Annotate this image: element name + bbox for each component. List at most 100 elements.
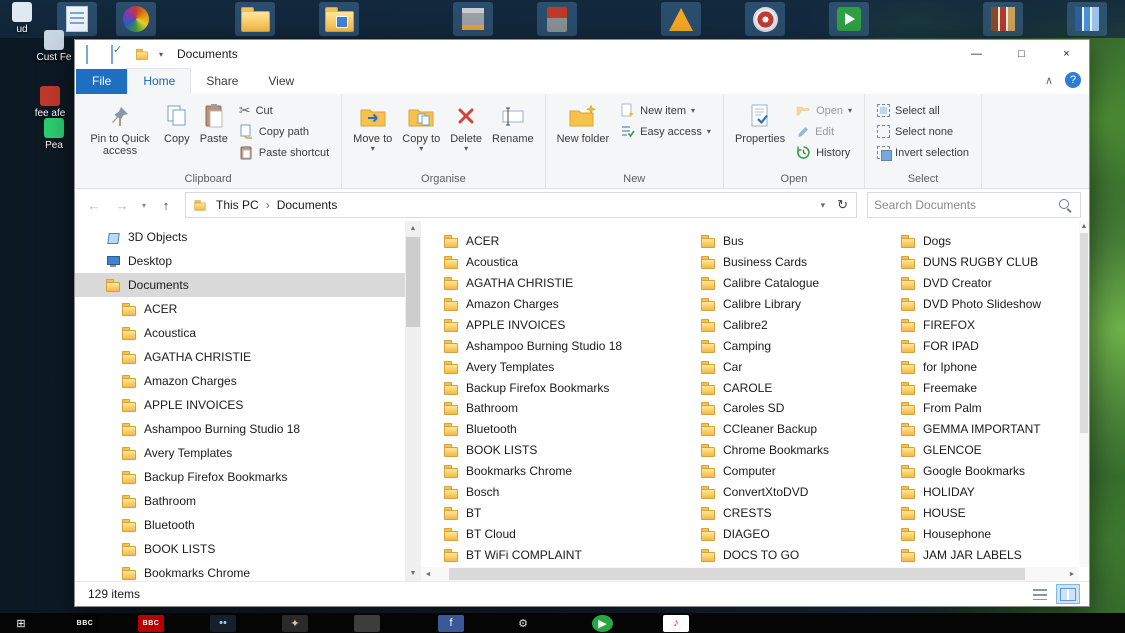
folder-item[interactable]: From Palm: [900, 398, 1068, 419]
folder-item[interactable]: BT WiFi COMPLAINT: [443, 544, 678, 565]
scrollbar-thumb[interactable]: [406, 237, 420, 327]
scroll-up-icon[interactable]: ▲: [1079, 221, 1089, 230]
folder-shortcut-icon[interactable]: [235, 2, 275, 36]
nav-item[interactable]: Acoustica: [75, 321, 421, 345]
nav-item[interactable]: Avery Templates: [75, 441, 421, 465]
up-icon[interactable]: ↑: [153, 193, 179, 217]
properties-check-icon[interactable]: [109, 45, 125, 64]
books-library-icon[interactable]: [983, 2, 1023, 36]
pin-to-quick-access-button[interactable]: Pin to Quick access: [81, 98, 159, 160]
delete-button[interactable]: Delete ▾: [445, 98, 487, 156]
nav-item[interactable]: Backup Firefox Bookmarks: [75, 465, 421, 489]
scrollbar-thumb[interactable]: [1080, 233, 1088, 433]
easy-access-button[interactable]: Easy access ▾: [614, 121, 717, 142]
nav-item[interactable]: Bathroom: [75, 489, 421, 513]
address-dropdown-icon[interactable]: ▾: [813, 200, 834, 211]
folder-item[interactable]: Freemake: [900, 377, 1068, 398]
thumbnails-view-button[interactable]: [1056, 584, 1080, 604]
recent-locations-dropdown-icon[interactable]: ▾: [137, 201, 151, 210]
export-arrow-icon[interactable]: [829, 2, 869, 36]
breadcrumb-item[interactable]: Documents: [275, 198, 340, 212]
invert-selection-button[interactable]: Invert selection: [871, 142, 975, 163]
cut-button[interactable]: ✂ Cut: [233, 100, 335, 121]
folder-item[interactable]: GLENCOE: [900, 440, 1068, 461]
picasa-pinwheel-icon[interactable]: [116, 2, 156, 36]
content-vertical-scrollbar[interactable]: ▲: [1079, 221, 1089, 567]
nav-item[interactable]: Bluetooth: [75, 513, 421, 537]
details-view-button[interactable]: [1029, 585, 1051, 603]
nav-item[interactable]: Bookmarks Chrome: [75, 561, 421, 581]
start-icon[interactable]: ⊞: [8, 615, 34, 632]
dark-app-icon[interactable]: [354, 614, 380, 632]
copy-path-button[interactable]: Copy path: [233, 121, 335, 142]
folder-item[interactable]: Bosch: [443, 482, 678, 503]
scroll-right-icon[interactable]: ►: [1065, 571, 1079, 578]
nav-item[interactable]: Amazon Charges: [75, 369, 421, 393]
folder-item[interactable]: Amazon Charges: [443, 294, 678, 315]
folder-item[interactable]: APPLE INVOICES: [443, 315, 678, 336]
collapse-ribbon-icon[interactable]: ∧: [1045, 74, 1053, 87]
content-horizontal-scrollbar[interactable]: ◄ ►: [421, 567, 1079, 581]
folder-item[interactable]: Bookmarks Chrome: [443, 461, 678, 482]
nav-item[interactable]: AGATHA CHRISTIE: [75, 345, 421, 369]
folder-item[interactable]: Ashampoo Burning Studio 18: [443, 335, 678, 356]
nav-item[interactable]: ACER: [75, 297, 421, 321]
navigation-scrollbar[interactable]: ▲ ▼: [405, 221, 421, 581]
tab-home[interactable]: Home: [127, 68, 192, 94]
desktop-icon[interactable]: Pea: [32, 118, 76, 151]
folder-item[interactable]: FOR IPAD: [900, 335, 1068, 356]
folder-item[interactable]: DUNS RUGBY CLUB: [900, 252, 1068, 273]
folder-item[interactable]: DIAGEO: [700, 523, 878, 544]
new-item-button[interactable]: New item ▾: [614, 100, 717, 121]
folder-item[interactable]: Avery Templates: [443, 356, 678, 377]
help-icon[interactable]: ?: [1065, 72, 1081, 88]
folder-item[interactable]: FIREFOX: [900, 315, 1068, 336]
folder-item[interactable]: Calibre Library: [700, 294, 878, 315]
paste-button[interactable]: Paste: [195, 98, 233, 147]
scrollbar-thumb[interactable]: [449, 568, 1025, 580]
folder-item[interactable]: DVD Creator: [900, 273, 1068, 294]
properties-button[interactable]: Properties: [730, 98, 790, 147]
facebook-icon[interactable]: f: [438, 614, 464, 632]
folder-item[interactable]: DVD Photo Slideshow: [900, 294, 1068, 315]
copy-button[interactable]: Copy: [159, 98, 195, 147]
edit-button[interactable]: Edit: [790, 121, 858, 142]
close-button[interactable]: ×: [1044, 40, 1089, 68]
scroll-up-icon[interactable]: ▲: [405, 221, 421, 236]
folder-item[interactable]: Google Bookmarks: [900, 461, 1068, 482]
folder-item[interactable]: DOCS TO GO: [700, 544, 878, 565]
bbc-icon[interactable]: BBC: [72, 614, 98, 632]
settings-gear-icon[interactable]: ⚙: [510, 615, 536, 632]
bbc-news-icon[interactable]: BBC: [138, 614, 164, 632]
new-folder-icon[interactable]: [135, 47, 149, 61]
folder-item[interactable]: CAROLE: [700, 377, 878, 398]
media-converter-icon[interactable]: [661, 2, 701, 36]
folder-item[interactable]: Business Cards: [700, 252, 878, 273]
folder-item[interactable]: AGATHA CHRISTIE: [443, 273, 678, 294]
search-input[interactable]: [868, 198, 1059, 212]
scroll-left-icon[interactable]: ◄: [421, 571, 435, 578]
folder-item[interactable]: Computer: [700, 461, 878, 482]
folder-item[interactable]: GEMMA IMPORTANT: [900, 419, 1068, 440]
play-app-icon[interactable]: ▶: [592, 614, 613, 632]
search-icon[interactable]: [1059, 198, 1072, 212]
rename-button[interactable]: Rename: [487, 98, 539, 147]
back-icon[interactable]: ←: [81, 193, 107, 217]
pictures-folder-icon[interactable]: [319, 2, 359, 36]
folder-item[interactable]: BT Cloud: [443, 523, 678, 544]
crest-icon[interactable]: ✦: [282, 614, 308, 632]
folder-item[interactable]: ACER: [443, 231, 678, 252]
folder-item[interactable]: BOOK LISTS: [443, 440, 678, 461]
folder-item[interactable]: HOUSE: [900, 502, 1068, 523]
folder-item[interactable]: Calibre2: [700, 315, 878, 336]
folder-item[interactable]: Caroles SD: [700, 398, 878, 419]
desktop-icon[interactable]: fee afe: [28, 86, 72, 119]
folder-item[interactable]: ConvertXtoDVD: [700, 482, 878, 503]
tab-file[interactable]: File: [76, 69, 128, 94]
desktop-icon[interactable]: Cust Fe: [32, 30, 76, 63]
open-button[interactable]: Open ▾: [790, 100, 858, 121]
address-box[interactable]: This PC › Documents ▾ ↻: [185, 192, 857, 218]
media-device-icon[interactable]: [537, 2, 577, 36]
folder-item[interactable]: Backup Firefox Bookmarks: [443, 377, 678, 398]
new-folder-button[interactable]: New folder: [552, 98, 615, 147]
